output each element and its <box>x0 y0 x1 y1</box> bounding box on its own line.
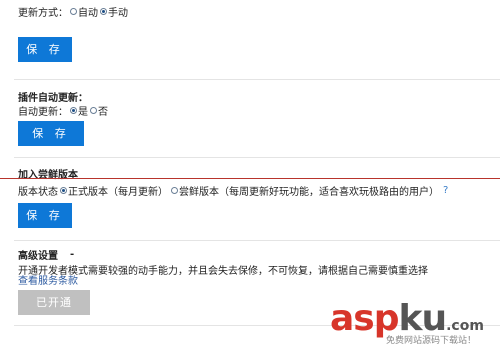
update-method-label: 更新方式： <box>18 8 68 19</box>
early-version-radio[interactable] <box>171 187 178 194</box>
advanced-title-row: 高级设置 - <box>18 247 74 262</box>
watermark-tagline: 免费网站源码下载站！ <box>386 336 477 346</box>
section-divider <box>14 157 500 158</box>
stable-version-label[interactable]: 正式版本（每月更新） <box>68 183 168 198</box>
update-auto-radio[interactable] <box>70 8 77 15</box>
watermark: asp ku .com 免费网站源码下载站！ <box>330 298 500 360</box>
save-early-access-button[interactable]: 保 存 <box>18 203 72 228</box>
update-method-row: 更新方式： 自动 手动 <box>18 4 128 19</box>
save-plugin-autoupdate-button[interactable]: 保 存 <box>18 121 84 146</box>
watermark-com: .com <box>446 317 484 334</box>
stable-version-radio[interactable] <box>60 187 67 194</box>
plugin-autoupdate-row: 自动更新： 是 否 <box>18 103 108 118</box>
version-status-label: 版本状态 <box>18 187 58 198</box>
activated-button: 已开通 <box>18 290 90 315</box>
advanced-description: 开通开发者模式需要较强的动手能力，并且会失去保修，不可恢复，请根据自己需要慎重选… <box>18 266 428 277</box>
save-update-method-button[interactable]: 保 存 <box>18 37 72 62</box>
plugin-autoupdate-title: 插件自动更新： <box>18 93 88 104</box>
section-divider <box>14 79 500 80</box>
update-manual-label[interactable]: 手动 <box>108 4 128 19</box>
update-auto-label[interactable]: 自动 <box>78 4 98 19</box>
plugin-autoupdate-yes-label[interactable]: 是 <box>78 103 88 118</box>
terms-link[interactable]: 查看服务条款 <box>18 272 78 287</box>
section-divider <box>14 240 500 241</box>
plugin-autoupdate-no-label[interactable]: 否 <box>98 103 108 118</box>
update-manual-radio[interactable] <box>100 8 107 15</box>
plugin-autoupdate-label: 自动更新： <box>18 107 68 118</box>
early-version-label[interactable]: 尝鲜版本（每周更新好玩功能，适合喜欢玩极路由的用户） <box>179 183 439 198</box>
plugin-autoupdate-no-radio[interactable] <box>90 107 97 114</box>
early-access-row: 版本状态 正式版本（每月更新） 尝鲜版本（每周更新好玩功能，适合喜欢玩极路由的用… <box>18 183 448 198</box>
advanced-dash: - <box>70 249 75 260</box>
red-rule-line <box>0 178 500 179</box>
advanced-title: 高级设置 <box>18 251 58 262</box>
help-icon[interactable]: ? <box>443 185 448 196</box>
plugin-autoupdate-yes-radio[interactable] <box>70 107 77 114</box>
